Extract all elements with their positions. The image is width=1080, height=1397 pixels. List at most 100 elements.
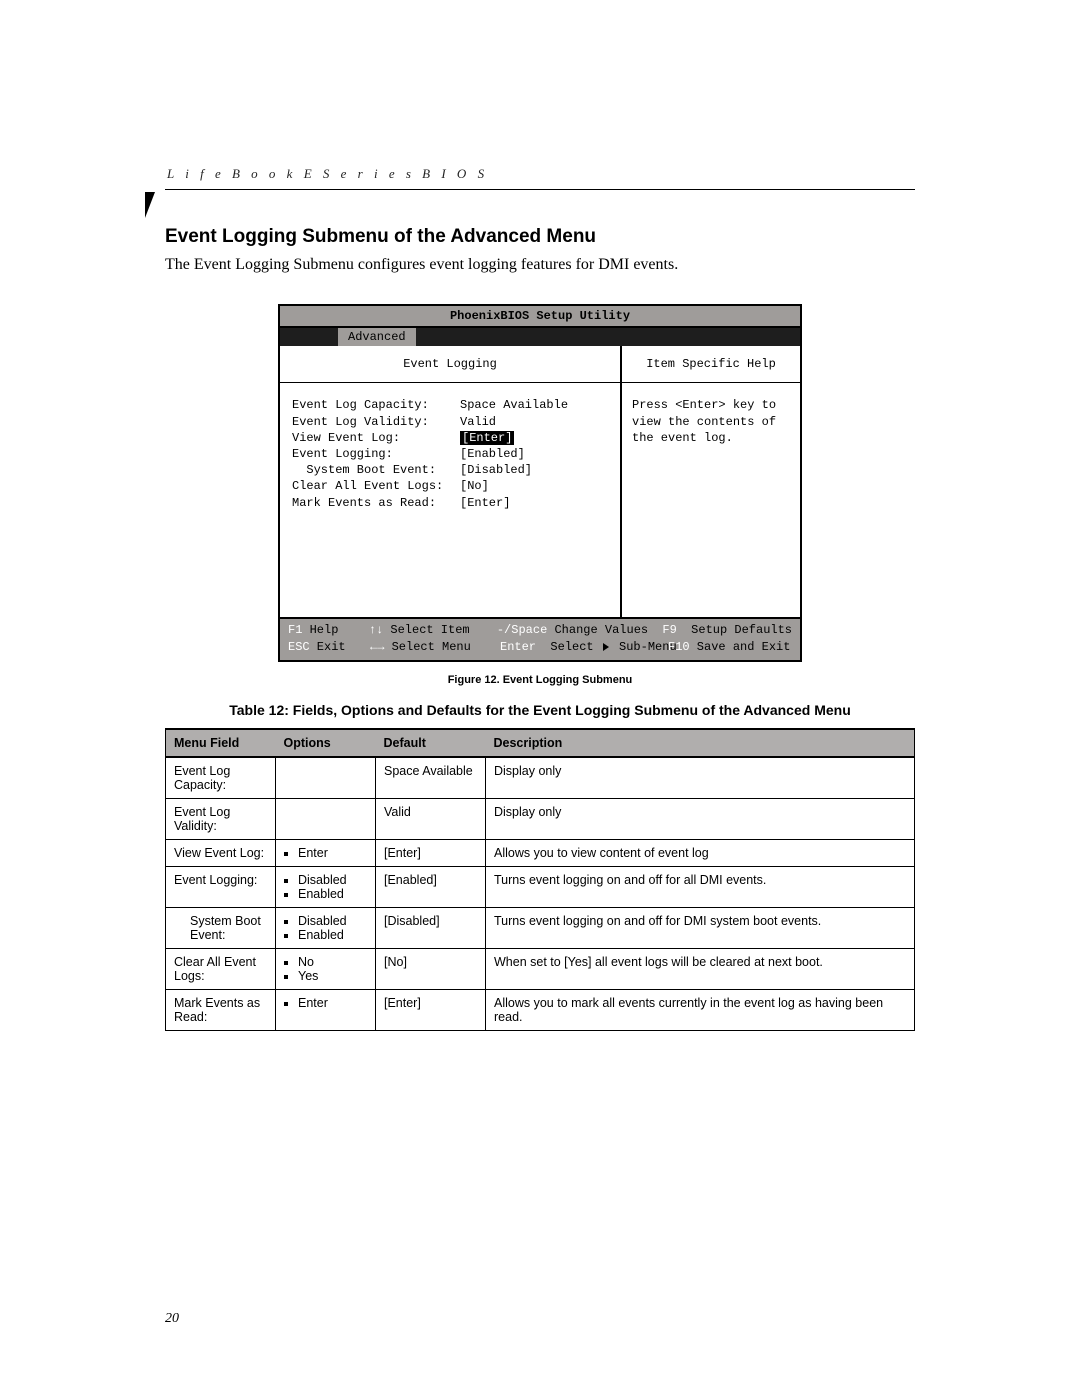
cell-options: Enter (276, 839, 376, 866)
figure-caption: Figure 12. Event Logging Submenu (165, 674, 915, 686)
bios-field-row: Mark Events as Read:[Enter] (292, 495, 610, 511)
cell-options: DisabledEnabled (276, 866, 376, 907)
key-arrows-ud: ↑↓ (369, 623, 383, 637)
table-header-row: Menu Field Options Default Description (166, 729, 915, 757)
running-header: L i f e B o o k E S e r i e s B I O S (165, 166, 488, 181)
key-f9: F9 (662, 623, 676, 637)
cell-description: Allows you to view content of event log (486, 839, 915, 866)
option-item: Disabled (298, 873, 367, 887)
section-title: Event Logging Submenu of the Advanced Me… (165, 226, 915, 248)
cell-menu-field: Event Log Capacity: (166, 757, 276, 799)
th-options: Options (276, 729, 376, 757)
cell-menu-field: Event Log Validity: (166, 798, 276, 839)
bios-field-value: Valid (460, 414, 496, 430)
option-item: Enter (298, 996, 367, 1010)
page-number: 20 (165, 1311, 179, 1327)
cell-options: DisabledEnabled (276, 907, 376, 948)
cell-description: Display only (486, 757, 915, 799)
table-row: Event Log Capacity: Space AvailableDispla… (166, 757, 915, 799)
cell-default: [Enter] (376, 989, 486, 1030)
bios-menubar: Advanced (280, 328, 800, 346)
bios-field-row: View Event Log:[Enter] (292, 430, 610, 446)
bios-left-pane: Event Logging Event Log Capacity:Space A… (280, 346, 622, 617)
cell-menu-field: Mark Events as Read: (166, 989, 276, 1030)
key-arrows-ud-label: Select Item (383, 623, 469, 637)
cell-options (276, 798, 376, 839)
bios-field-value: [No] (460, 478, 489, 494)
key-esc-label: Exit (310, 640, 346, 654)
triangle-right-icon (601, 640, 612, 654)
key-f10: F10 (668, 640, 690, 654)
option-item: Enter (298, 846, 367, 860)
bios-field-row: Event Log Capacity:Space Available (292, 397, 610, 413)
bios-field-label: Clear All Event Logs: (292, 478, 460, 494)
bios-field-label: System Boot Event: (292, 462, 460, 478)
bios-field-row: Event Logging:[Enabled] (292, 446, 610, 462)
table-row: System Boot Event:DisabledEnabled[Disabl… (166, 907, 915, 948)
key-esc: ESC (288, 640, 310, 654)
bios-field-value: [Enabled] (460, 446, 525, 462)
cell-description: Display only (486, 798, 915, 839)
option-item: Enabled (298, 887, 367, 901)
key-enter-label: Select (536, 640, 601, 654)
bios-titlebar: PhoenixBIOS Setup Utility (280, 306, 800, 328)
table-row: Mark Events as Read: Enter [Enter]Allows y… (166, 989, 915, 1030)
key-f1: F1 (288, 623, 302, 637)
bios-body: Event Log Capacity:Space AvailableEvent … (280, 383, 620, 617)
bios-field-value: [Enter] (460, 495, 510, 511)
cell-default: [Disabled] (376, 907, 486, 948)
key-minus-space: -/Space (497, 623, 547, 637)
header-triangle-icon (145, 192, 155, 218)
key-arrows-lr-label: Select Menu (384, 640, 470, 654)
bios-field-label: View Event Log: (292, 430, 460, 446)
bios-help-text: Press <Enter> key to view the contents o… (622, 383, 800, 460)
th-menu-field: Menu Field (166, 729, 276, 757)
option-item: Yes (298, 969, 367, 983)
option-item: Disabled (298, 914, 367, 928)
option-item: No (298, 955, 367, 969)
cell-default: Valid (376, 798, 486, 839)
bios-screenshot: PhoenixBIOS Setup Utility Advanced Event… (278, 304, 802, 662)
cell-options: Enter (276, 989, 376, 1030)
table-caption: Table 12: Fields, Options and Defaults f… (165, 702, 915, 718)
table-row: Event Logging:DisabledEnabled[Enabled]Tu… (166, 866, 915, 907)
cell-description: Turns event logging on and off for DMI s… (486, 907, 915, 948)
cell-menu-field: System Boot Event: (166, 907, 276, 948)
cell-default: [Enter] (376, 839, 486, 866)
cell-default: [No] (376, 948, 486, 989)
cell-default: [Enabled] (376, 866, 486, 907)
bios-footer: F1 Help ↑↓ Select Item -/Space Change Va… (280, 619, 800, 659)
cell-menu-field: View Event Log: (166, 839, 276, 866)
option-item: Enabled (298, 928, 367, 942)
bios-field-label: Event Logging: (292, 446, 460, 462)
cell-menu-field: Event Logging: (166, 866, 276, 907)
key-f1-label: Help (302, 623, 338, 637)
key-arrows-lr: ←→ (370, 640, 384, 654)
cell-options: NoYes (276, 948, 376, 989)
fields-table: Menu Field Options Default Description E… (165, 728, 915, 1031)
cell-description: When set to [Yes] all event logs will be… (486, 948, 915, 989)
cell-description: Turns event logging on and off for all D… (486, 866, 915, 907)
bios-active-tab: Advanced (338, 328, 416, 346)
table-row: View Event Log: Enter [Enter]Allows you to… (166, 839, 915, 866)
key-f9-label: Setup Defaults (677, 623, 792, 637)
cell-default: Space Available (376, 757, 486, 799)
table-row: Clear All Event Logs:NoYes[No]When set t… (166, 948, 915, 989)
key-enter: Enter (500, 640, 536, 654)
table-row: Event Log Validity: ValidDisplay only (166, 798, 915, 839)
bios-field-label: Mark Events as Read: (292, 495, 460, 511)
cell-options (276, 757, 376, 799)
running-header-rule: L i f e B o o k E S e r i e s B I O S (165, 165, 915, 190)
key-f10-label: Save and Exit (690, 640, 791, 654)
bios-field-row: Event Log Validity:Valid (292, 414, 610, 430)
bios-columns: Event Logging Event Log Capacity:Space A… (280, 346, 800, 619)
key-enter-label2: Sub-Menu (612, 640, 677, 654)
bios-field-value: [Disabled] (460, 462, 532, 478)
th-default: Default (376, 729, 486, 757)
bios-field-value: Space Available (460, 397, 568, 413)
bios-field-label: Event Log Capacity: (292, 397, 460, 413)
cell-description: Allows you to mark all events currently … (486, 989, 915, 1030)
cell-menu-field: Clear All Event Logs: (166, 948, 276, 989)
bios-right-pane: Item Specific Help Press <Enter> key to … (622, 346, 800, 617)
bios-right-heading: Item Specific Help (622, 346, 800, 383)
